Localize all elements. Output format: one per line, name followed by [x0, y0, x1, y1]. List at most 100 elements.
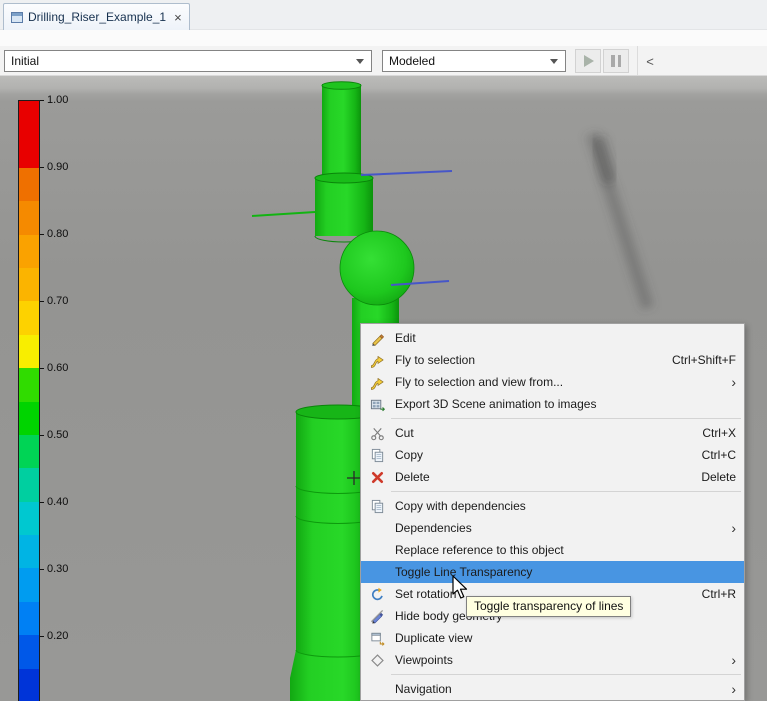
menu-separator: [391, 674, 741, 675]
tooltip: Toggle transparency of lines: [466, 596, 631, 617]
colorbar-segment: [19, 168, 39, 201]
menu-item-viewpoints[interactable]: Viewpoints›: [361, 649, 744, 671]
no-icon: [367, 542, 387, 558]
colorbar-segment: [19, 435, 39, 468]
menu-item-shortcut: Delete: [681, 470, 736, 484]
colorbar-segment: [19, 535, 39, 568]
menu-item-cut[interactable]: CutCtrl+X: [361, 422, 744, 444]
fly-icon: [367, 352, 387, 368]
result-select[interactable]: Modeled: [382, 50, 566, 72]
colorbar-segment: [19, 368, 39, 401]
menu-item-label: Viewpoints: [387, 653, 724, 667]
no-icon: [367, 520, 387, 536]
axis-line-blue: [361, 171, 452, 175]
menu-item-export-3d-scene-animation-to-images[interactable]: Export 3D Scene animation to images: [361, 393, 744, 415]
menu-item-shortcut: Ctrl+R: [682, 587, 736, 601]
menu-item-copy-with-dependencies[interactable]: Copy with dependencies: [361, 495, 744, 517]
colorbar-segment: [19, 268, 39, 301]
hide-geometry-icon: [367, 608, 387, 624]
colorbar-segment: [19, 669, 39, 701]
menu-item-label: Edit: [387, 331, 736, 345]
tab-bar: Drilling_Riser_Example_1 ×: [0, 0, 767, 30]
chevron-down-icon: [356, 59, 364, 64]
menu-item-label: Fly to selection: [387, 353, 652, 367]
menu-separator: [391, 491, 741, 492]
play-icon: [584, 55, 594, 67]
menu-item-navigation[interactable]: Navigation›: [361, 678, 744, 700]
duplicate-view-icon: [367, 630, 387, 646]
menu-item-label: Delete: [387, 470, 681, 484]
menu-item-shortcut: Ctrl+C: [682, 448, 736, 462]
menu-item-label: Navigation: [387, 682, 724, 696]
menu-item-label: Duplicate view: [387, 631, 736, 645]
delete-icon: [367, 469, 387, 485]
menu-item-fly-to-selection-and-view-from[interactable]: Fly to selection and view from...›: [361, 371, 744, 393]
menu-item-toggle-line-transparency[interactable]: Toggle Line Transparency: [361, 561, 744, 583]
menu-item-fly-to-selection[interactable]: Fly to selectionCtrl+Shift+F: [361, 349, 744, 371]
menu-item-label: Fly to selection and view from...: [387, 375, 724, 389]
colorbar-segment: [19, 468, 39, 501]
colorbar-segment: [19, 134, 39, 167]
play-button[interactable]: [575, 49, 601, 73]
scene-document-icon: [11, 12, 23, 23]
context-menu: EditFly to selectionCtrl+Shift+FFly to s…: [360, 323, 745, 701]
export-animation-icon: [367, 396, 387, 412]
viewpoints-icon: [367, 652, 387, 668]
state-select[interactable]: Initial: [4, 50, 372, 72]
tab-close-icon[interactable]: ×: [174, 11, 182, 24]
menu-item-shortcut: Ctrl+Shift+F: [652, 353, 736, 367]
no-icon: [367, 564, 387, 580]
edit-icon: [367, 330, 387, 346]
colorbar-segment: [19, 635, 39, 668]
colorbar-segment: [19, 201, 39, 234]
flex-joint-ball: [340, 231, 414, 305]
copy-icon: [367, 498, 387, 514]
pause-button[interactable]: [603, 49, 629, 73]
header-spacer: [0, 30, 767, 46]
rotate-icon: [367, 586, 387, 602]
collapse-panel-button[interactable]: <: [641, 51, 659, 71]
no-icon: [367, 681, 387, 697]
state-select-value: Initial: [5, 54, 356, 68]
menu-item-shortcut: Ctrl+X: [682, 426, 736, 440]
menu-item-label: Replace reference to this object: [387, 543, 736, 557]
riser-top-rim: [322, 82, 361, 90]
colorbar-segment: [19, 602, 39, 635]
colorbar-segment: [19, 335, 39, 368]
colorbar-segment: [19, 502, 39, 535]
axis-line-green: [252, 212, 315, 216]
tab-drilling-riser-example[interactable]: Drilling_Riser_Example_1 ×: [3, 3, 190, 30]
tab-title: Drilling_Riser_Example_1: [28, 10, 166, 24]
application-window: Drilling_Riser_Example_1 × Initial Model…: [0, 0, 767, 701]
menu-item-label: Copy with dependencies: [387, 499, 736, 513]
cut-icon: [367, 425, 387, 441]
pause-icon: [611, 55, 621, 67]
menu-item-delete[interactable]: DeleteDelete: [361, 466, 744, 488]
submenu-arrow-icon: ›: [724, 375, 736, 389]
colorbar-segment: [19, 101, 39, 134]
menu-item-dependencies[interactable]: Dependencies›: [361, 517, 744, 539]
menu-separator: [391, 418, 741, 419]
submenu-arrow-icon: ›: [724, 521, 736, 535]
seabed-shadow: [592, 134, 648, 308]
menu-item-label: Toggle Line Transparency: [387, 565, 736, 579]
menu-item-label: Dependencies: [387, 521, 724, 535]
menu-item-duplicate-view[interactable]: Duplicate view: [361, 627, 744, 649]
submenu-arrow-icon: ›: [724, 682, 736, 696]
colorbar-segment: [19, 568, 39, 601]
menu-item-label: Export 3D Scene animation to images: [387, 397, 736, 411]
submenu-arrow-icon: ›: [724, 653, 736, 667]
colorbar-segment: [19, 235, 39, 268]
colorbar-segment: [19, 301, 39, 334]
menu-item-replace-reference-to-this-object[interactable]: Replace reference to this object: [361, 539, 744, 561]
colorbar: [18, 100, 40, 701]
colorbar-segment: [19, 402, 39, 435]
fly-view-icon: [367, 374, 387, 390]
chevron-down-icon: [550, 59, 558, 64]
result-select-value: Modeled: [383, 54, 550, 68]
toolbar-divider: [637, 46, 638, 75]
menu-item-label: Copy: [387, 448, 682, 462]
menu-item-edit[interactable]: Edit: [361, 327, 744, 349]
menu-item-copy[interactable]: CopyCtrl+C: [361, 444, 744, 466]
viewer-toolbar: Initial Modeled <: [0, 46, 767, 76]
